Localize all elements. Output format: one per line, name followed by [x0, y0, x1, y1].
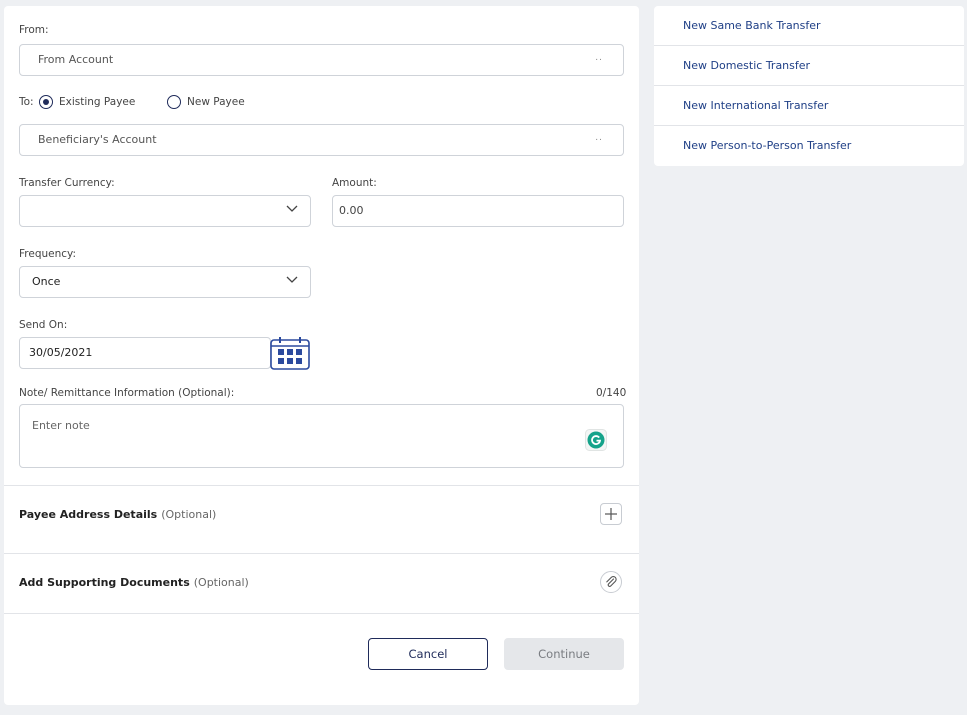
payee-address-optional: (Optional): [161, 508, 217, 521]
amount-input[interactable]: 0.00: [332, 195, 624, 227]
frequency-value: Once: [32, 275, 61, 288]
frequency-select[interactable]: Once: [19, 266, 311, 298]
from-account-placeholder: From Account: [38, 53, 114, 66]
sidebar-item-domestic-transfer[interactable]: New Domestic Transfer: [654, 46, 964, 86]
note-counter: 0/140: [596, 387, 627, 399]
send-on-label: Send On:: [19, 319, 68, 331]
continue-button[interactable]: Continue: [504, 638, 624, 670]
existing-payee-label: Existing Payee: [59, 96, 136, 108]
select-dots-icon: ..: [595, 53, 603, 63]
send-on-value: 30/05/2021: [29, 346, 93, 359]
note-textarea[interactable]: Enter note: [19, 404, 624, 468]
beneficiary-placeholder: Beneficiary's Account: [38, 133, 157, 146]
payee-address-section: Payee Address Details (Optional): [19, 508, 216, 521]
grammarly-icon[interactable]: [585, 429, 607, 451]
transfer-currency-select[interactable]: [19, 195, 311, 227]
sidebar-item-international-transfer[interactable]: New International Transfer: [654, 86, 964, 126]
paperclip-icon: [606, 576, 617, 587]
new-payee-label: New Payee: [187, 96, 245, 108]
sidebar-item-person-to-person-transfer[interactable]: New Person-to-Person Transfer: [654, 126, 964, 165]
note-label: Note/ Remittance Information (Optional):: [19, 387, 235, 399]
note-placeholder: Enter note: [32, 419, 90, 432]
chevron-down-icon: [286, 205, 298, 212]
from-label: From:: [19, 24, 49, 36]
documents-optional: (Optional): [193, 576, 249, 589]
divider: [4, 613, 639, 614]
add-payee-address-button[interactable]: [600, 503, 622, 525]
transfer-options-sidebar: New Same Bank Transfer New Domestic Tran…: [654, 6, 964, 166]
amount-value: 0.00: [339, 204, 364, 217]
existing-payee-radio[interactable]: Existing Payee: [39, 95, 135, 109]
radio-selected-icon: [39, 95, 53, 109]
currency-label: Transfer Currency:: [19, 177, 115, 189]
to-label: To:: [19, 96, 34, 108]
new-payee-radio[interactable]: New Payee: [167, 95, 245, 109]
attach-documents-button[interactable]: [600, 571, 622, 593]
beneficiary-account-select[interactable]: Beneficiary's Account ..: [19, 124, 624, 156]
payee-address-title: Payee Address Details: [19, 508, 158, 521]
divider: [4, 485, 639, 486]
from-account-select[interactable]: From Account ..: [19, 44, 624, 76]
supporting-documents-section: Add Supporting Documents (Optional): [19, 576, 249, 589]
select-dots-icon: ..: [595, 133, 603, 143]
divider: [4, 553, 639, 554]
frequency-label: Frequency:: [19, 248, 77, 260]
chevron-down-icon: [286, 276, 298, 283]
calendar-icon[interactable]: [270, 336, 310, 370]
send-on-date-input[interactable]: 30/05/2021: [19, 337, 271, 369]
sidebar-item-same-bank-transfer[interactable]: New Same Bank Transfer: [654, 6, 964, 46]
radio-unselected-icon: [167, 95, 181, 109]
amount-label: Amount:: [332, 177, 377, 189]
transfer-form-panel: From: From Account .. To: Existing Payee…: [4, 6, 639, 705]
documents-title: Add Supporting Documents: [19, 576, 190, 589]
cancel-button[interactable]: Cancel: [368, 638, 488, 670]
plus-icon: [605, 508, 617, 520]
